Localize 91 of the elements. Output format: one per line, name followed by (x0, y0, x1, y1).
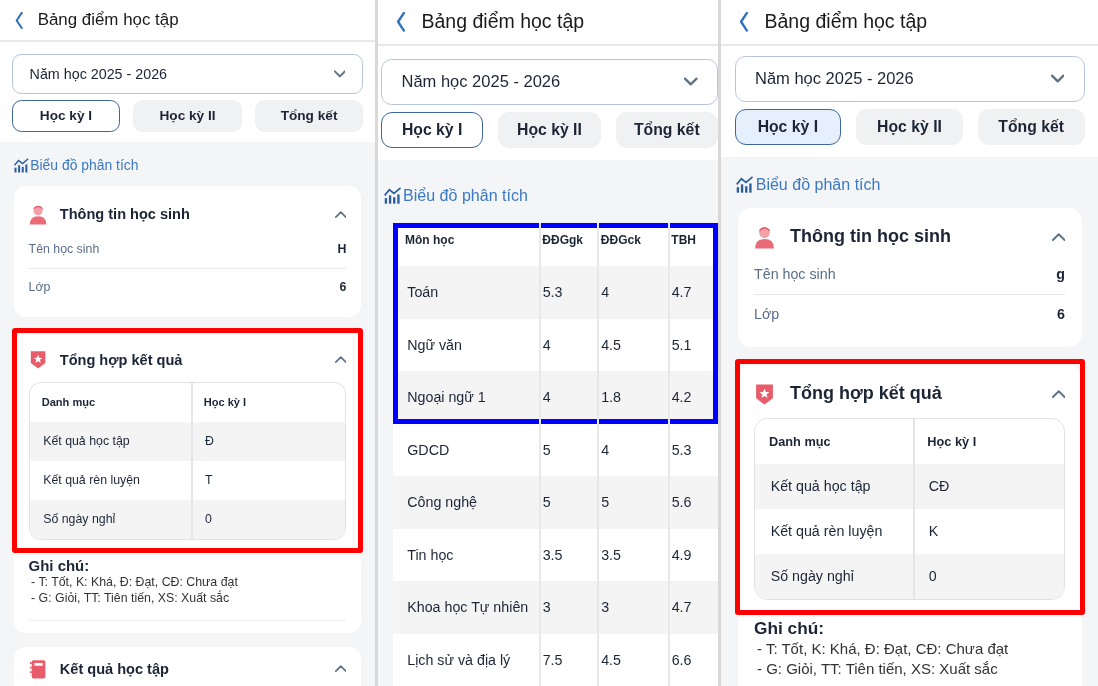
chevron-up-icon[interactable] (334, 210, 347, 218)
table-cell-text: Số ngày nghỉ (42, 511, 117, 529)
screen-title: Bảng điểm học tập (37, 10, 179, 31)
chevron-up-icon[interactable] (334, 356, 347, 364)
notes-title: Ghi chú: (754, 617, 825, 639)
notes-title: Ghi chú: (28, 556, 91, 574)
table-cell: 5 (538, 476, 597, 529)
note-line: - G: Giỏi, TT: Tiên tiến, XS: Xuất sắc (756, 659, 999, 680)
field-label: Tên học sinh (754, 266, 836, 283)
table-cell: 5.3 (538, 266, 597, 319)
table-cell: Đ (190, 421, 346, 461)
table-cell: 4.2 (667, 371, 713, 424)
chart-icon (12, 157, 30, 173)
chart-link[interactable]: Biểu đồ phân tích (30, 157, 139, 174)
person-icon (754, 224, 775, 249)
table-cell: 7.5 (538, 633, 597, 686)
chart-link[interactable]: Biểu đồ phân tích (403, 185, 528, 205)
table-cell-text: Ngoại ngữ 1 (406, 388, 487, 408)
table-cell: 0 (912, 553, 1064, 599)
table-cell: CĐ (912, 463, 1064, 509)
table-cell-text: Toán (406, 283, 440, 303)
ribbon-icon (28, 349, 47, 370)
column-header: Danh mục (40, 395, 97, 411)
semester-tab[interactable]: Học kỳ I (734, 109, 842, 146)
chevron-down-icon (333, 69, 346, 78)
column-header: Môn học (404, 232, 456, 250)
field-value: 6 (339, 279, 347, 294)
year-dropdown[interactable]: Năm học 2025 - 2026 (381, 59, 718, 105)
table-cell: 6.6 (667, 633, 713, 686)
card-title: Thông tin học sinh (59, 206, 191, 223)
card-title: Thông tin học sinh (790, 226, 952, 248)
table-cell: 5.6 (667, 476, 713, 529)
table-cell: 4.5 (597, 633, 668, 686)
table-cell-text: Kết quả học tập (769, 477, 872, 497)
card-title: Kết quả học tập (59, 660, 170, 677)
back-icon[interactable] (737, 12, 750, 32)
table-cell-text: Số ngày nghỉ (769, 567, 855, 587)
screen-title: Bảng điểm học tập (421, 10, 585, 34)
person-icon (28, 203, 47, 225)
back-icon[interactable] (394, 12, 407, 32)
table-cell-text: Kết quả học tập (42, 433, 131, 451)
table-cell-text: Lịch sử và địa lý (406, 650, 512, 670)
table-cell-text: Ngữ văn (406, 335, 463, 355)
chart-icon (735, 175, 755, 194)
semester-tab[interactable]: Học kỳ I (11, 100, 121, 132)
screen-title: Bảng điểm học tập (764, 10, 928, 34)
card-title: Tổng hợp kết quả (790, 383, 943, 405)
chart-icon (382, 186, 403, 205)
semester-tab[interactable]: Học kỳ I (381, 112, 484, 149)
chevron-down-icon (684, 77, 698, 87)
table-cell: 0 (190, 499, 346, 539)
table-cell-text: GDCD (406, 440, 451, 460)
card-title: Tổng hợp kết quả (59, 351, 184, 368)
field-label: Lớp (28, 279, 51, 294)
note-line: - G: Giỏi, TT: Tiên tiến, XS: Xuất sắc (30, 590, 231, 607)
note-line: - T: Tốt, K: Khá, Đ: Đạt, CĐ: Chưa đạt (30, 573, 239, 590)
notebook-icon (28, 658, 47, 680)
semester-tab[interactable]: Học kỳ II (498, 112, 601, 149)
table-cell: 5 (597, 476, 668, 529)
table-cell: 3 (538, 581, 597, 634)
semester-tab[interactable]: Tổng kết (615, 112, 718, 149)
table-cell: 4 (597, 266, 668, 319)
table-cell-text: Công nghệ (406, 493, 478, 513)
field-value: H (337, 242, 347, 257)
field-value: 6 (1057, 306, 1065, 323)
field-label: Tên học sinh (28, 242, 100, 257)
chevron-up-icon[interactable] (1051, 232, 1065, 241)
table-cell: 4.7 (667, 266, 713, 319)
year-dropdown[interactable]: Năm học 2025 - 2026 (11, 54, 364, 94)
table-cell-text: Kết quả rèn luyện (769, 522, 884, 542)
chevron-up-icon[interactable] (334, 665, 347, 673)
chart-link[interactable]: Biểu đồ phân tích (755, 174, 881, 194)
year-dropdown[interactable]: Năm học 2025 - 2026 (734, 56, 1085, 102)
field-value: g (1056, 266, 1065, 283)
table-cell-text: Kết quả rèn luyện (42, 472, 141, 490)
table-cell: 1.8 (597, 371, 668, 424)
table-cell-text: Khoa học Tự nhiên (406, 598, 530, 618)
table-cell: 4 (538, 371, 597, 424)
note-line: - T: Tốt, K: Khá, Đ: Đạt, CĐ: Chưa đạt (756, 638, 1010, 659)
chevron-down-icon (1050, 74, 1064, 84)
back-icon[interactable] (14, 11, 25, 29)
semester-tab[interactable]: Tổng kết (977, 109, 1085, 146)
semester-tab[interactable]: Học kỳ II (856, 109, 963, 146)
table-cell-text: Tin học (406, 545, 455, 565)
semester-tab[interactable]: Tổng kết (254, 100, 364, 132)
column-header: Danh mục (768, 432, 832, 451)
semester-tab[interactable]: Học kỳ II (133, 100, 242, 132)
field-label: Lớp (754, 306, 780, 323)
table-cell: 3 (597, 581, 668, 634)
table-cell: 4.7 (667, 581, 713, 634)
chevron-up-icon[interactable] (1051, 389, 1065, 398)
